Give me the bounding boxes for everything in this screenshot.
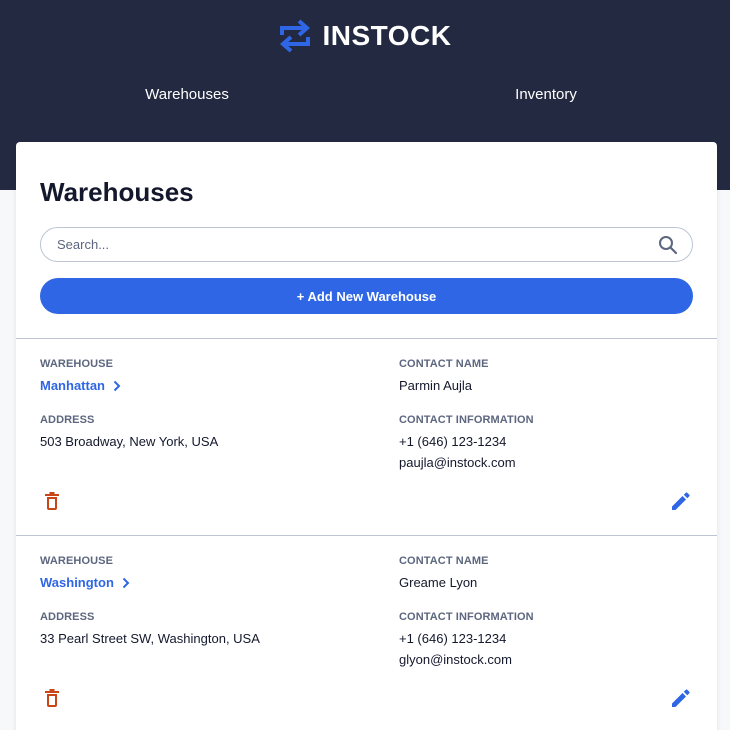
contact-information-label: CONTACT INFORMATION	[399, 414, 534, 426]
contact-email: paujla@instock.com	[399, 455, 516, 470]
delete-icon[interactable]	[40, 686, 64, 710]
warehouse-row: WAREHOUSE Manhattan ADDRESS 503 Broadway…	[16, 338, 717, 535]
address-label: ADDRESS	[40, 414, 95, 426]
warehouse-link[interactable]: Washington	[40, 575, 130, 590]
brand-name: INSTOCK	[322, 20, 452, 51]
page-title: Warehouses	[40, 177, 194, 207]
search-input[interactable]	[57, 237, 658, 252]
warehouse-name: Manhattan	[40, 378, 105, 393]
warehouse-address: 33 Pearl Street SW, Washington, USA	[40, 631, 260, 646]
warehouse-label: WAREHOUSE	[40, 555, 114, 567]
warehouse-address: 503 Broadway, New York, USA	[40, 434, 219, 449]
warehouse-name: Washington	[40, 575, 114, 590]
nav-item-warehouses[interactable]: Warehouses	[145, 86, 229, 103]
contact-name: Greame Lyon	[399, 575, 478, 590]
contact-email: glyon@instock.com	[399, 652, 512, 667]
warehouse-link[interactable]: Manhattan	[40, 378, 121, 393]
edit-icon[interactable]	[669, 489, 693, 513]
warehouse-row: WAREHOUSE Washington ADDRESS 33 Pearl St…	[16, 535, 717, 730]
search-bar	[40, 227, 693, 262]
search-icon[interactable]	[658, 235, 678, 255]
add-warehouse-button[interactable]: + Add New Warehouse	[40, 278, 693, 314]
contact-name: Parmin Aujla	[399, 378, 472, 393]
logo[interactable]: INSTOCK	[0, 14, 730, 58]
contact-information-label: CONTACT INFORMATION	[399, 611, 534, 623]
contact-phone: +1 (646) 123-1234	[399, 434, 507, 449]
warehouse-label: WAREHOUSE	[40, 358, 114, 370]
nav-item-inventory[interactable]: Inventory	[515, 86, 577, 103]
address-label: ADDRESS	[40, 611, 95, 623]
edit-icon[interactable]	[669, 686, 693, 710]
swap-arrows-icon	[279, 19, 311, 53]
warehouses-card: Warehouses + Add New Warehouse WAREHOUSE…	[16, 142, 717, 730]
contact-name-label: CONTACT NAME	[399, 358, 489, 370]
main-nav: Warehouses Inventory	[0, 86, 730, 108]
contact-phone: +1 (646) 123-1234	[399, 631, 507, 646]
contact-name-label: CONTACT NAME	[399, 555, 489, 567]
chevron-right-icon	[113, 380, 121, 392]
delete-icon[interactable]	[40, 489, 64, 513]
chevron-right-icon	[122, 577, 130, 589]
